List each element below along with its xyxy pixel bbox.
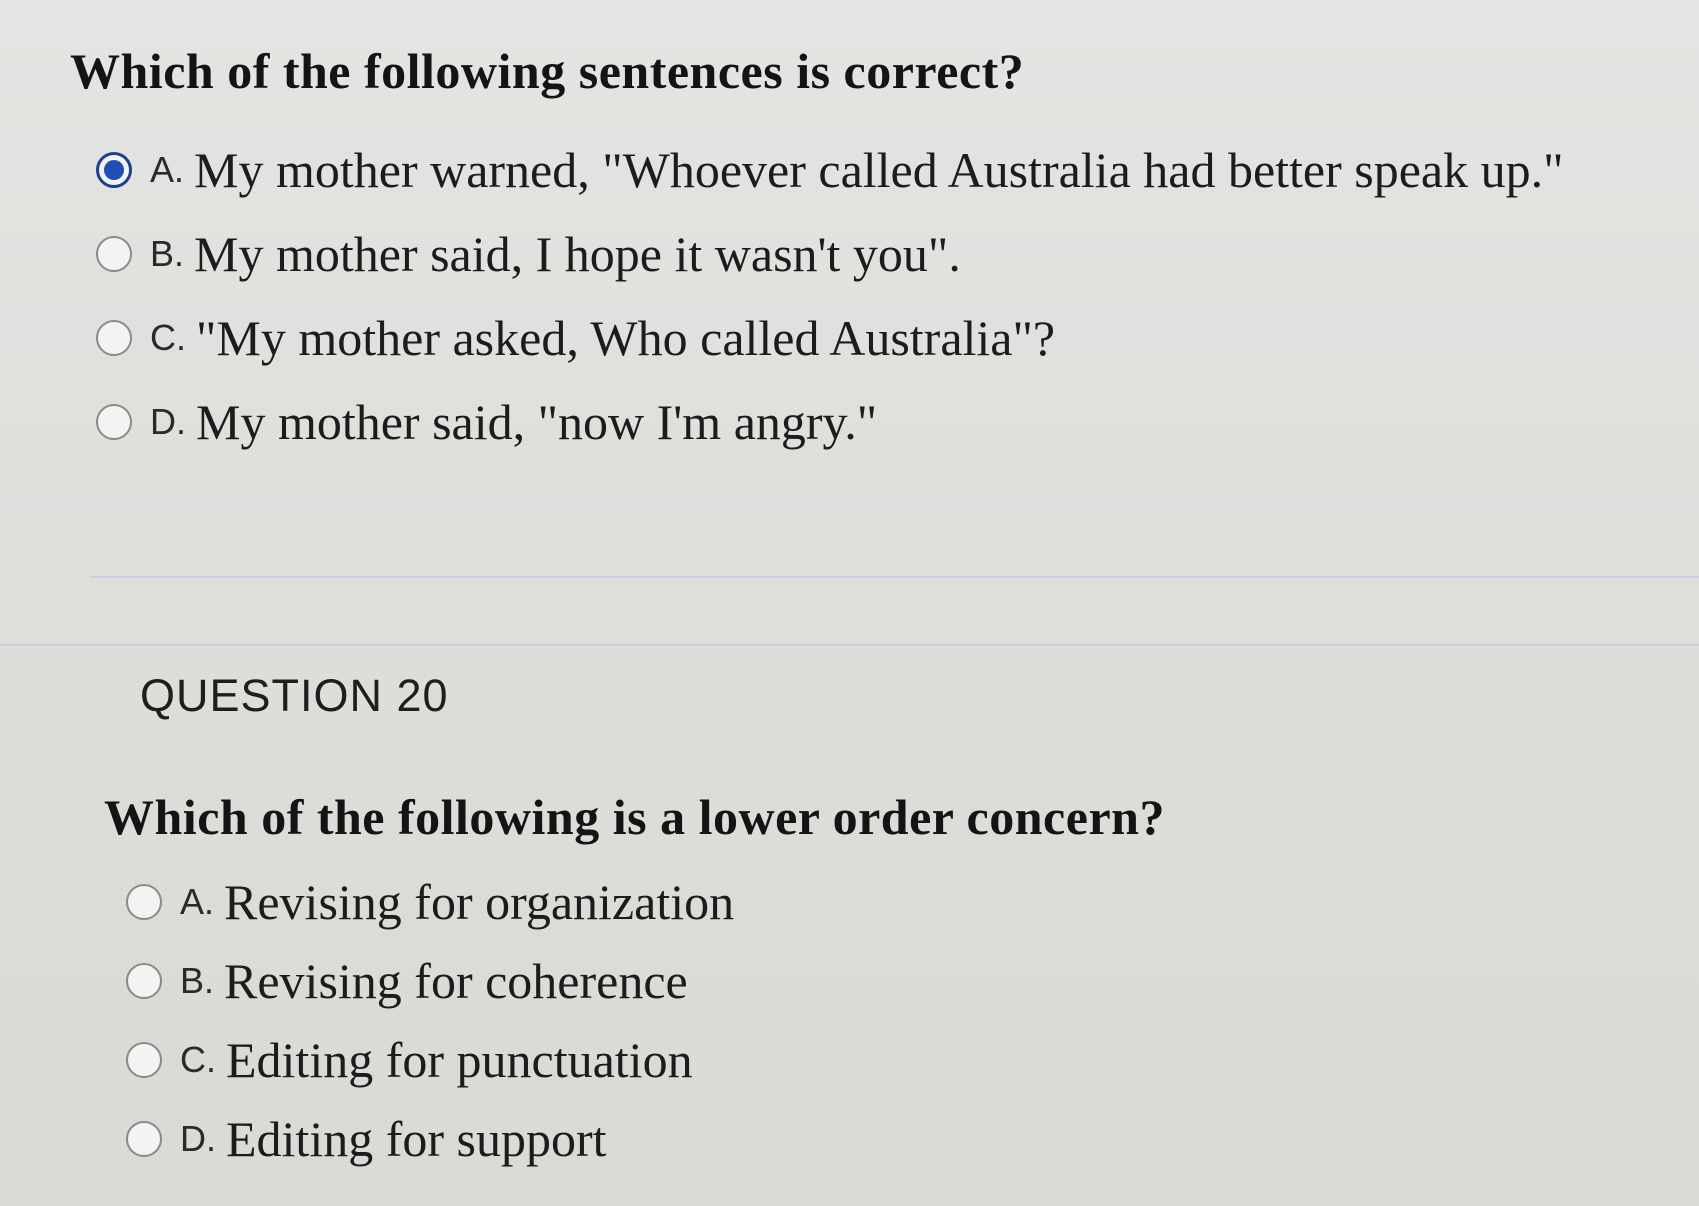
q20-option-b[interactable]: B. Revising for coherence xyxy=(126,941,734,1020)
q19-option-c[interactable]: C. "My mother asked, Who called Australi… xyxy=(96,296,1564,380)
q20-option-c[interactable]: C. Editing for punctuation xyxy=(126,1020,734,1099)
option-text: "My mother asked, Who called Australia"? xyxy=(196,310,1056,366)
section-divider xyxy=(0,644,1699,646)
radio-icon[interactable] xyxy=(126,1120,162,1157)
q20-option-a[interactable]: A. Revising for organization xyxy=(126,862,734,941)
option-text: Revising for coherence xyxy=(224,952,688,1009)
question-number: QUESTION 20 xyxy=(140,670,449,721)
radio-icon[interactable] xyxy=(126,962,162,999)
radio-icon[interactable] xyxy=(96,404,132,440)
option-letter: B. xyxy=(180,959,215,1001)
radio-icon[interactable] xyxy=(96,320,132,356)
q19-option-b[interactable]: B. My mother said, I hope it wasn't you"… xyxy=(96,212,1564,296)
radio-selected-icon[interactable] xyxy=(96,152,132,188)
option-letter: A. xyxy=(150,149,185,190)
radio-icon[interactable] xyxy=(96,236,132,272)
option-letter: C. xyxy=(180,1038,216,1080)
option-letter: A. xyxy=(180,880,215,922)
question-20-text: Which of the following is a lower order … xyxy=(104,789,1165,845)
option-text: My mother warned, "Whoever called Austra… xyxy=(194,142,1564,198)
option-letter: D. xyxy=(180,1117,216,1159)
option-letter: D. xyxy=(150,401,186,442)
question-19-text: Which of the following sentences is corr… xyxy=(70,43,1025,99)
question-20-options: A. Revising for organization B. Revising… xyxy=(126,862,734,1178)
radio-icon[interactable] xyxy=(126,883,162,920)
option-text: Revising for organization xyxy=(224,873,735,930)
option-letter: B. xyxy=(150,233,185,274)
question-divider xyxy=(90,576,1699,578)
question-19-options: A. My mother warned, "Whoever called Aus… xyxy=(96,128,1564,464)
option-text: My mother said, I hope it wasn't you". xyxy=(194,226,961,282)
radio-icon[interactable] xyxy=(126,1041,162,1078)
q20-option-d[interactable]: D. Editing for support xyxy=(126,1099,734,1178)
option-text: My mother said, "now I'm angry." xyxy=(196,394,878,450)
quiz-page: Which of the following sentences is corr… xyxy=(0,0,1699,1206)
option-letter: C. xyxy=(150,317,186,358)
q19-option-a[interactable]: A. My mother warned, "Whoever called Aus… xyxy=(96,128,1564,212)
option-text: Editing for punctuation xyxy=(226,1031,693,1088)
option-text: Editing for support xyxy=(226,1110,607,1167)
q19-option-d[interactable]: D. My mother said, "now I'm angry." xyxy=(96,380,1564,464)
